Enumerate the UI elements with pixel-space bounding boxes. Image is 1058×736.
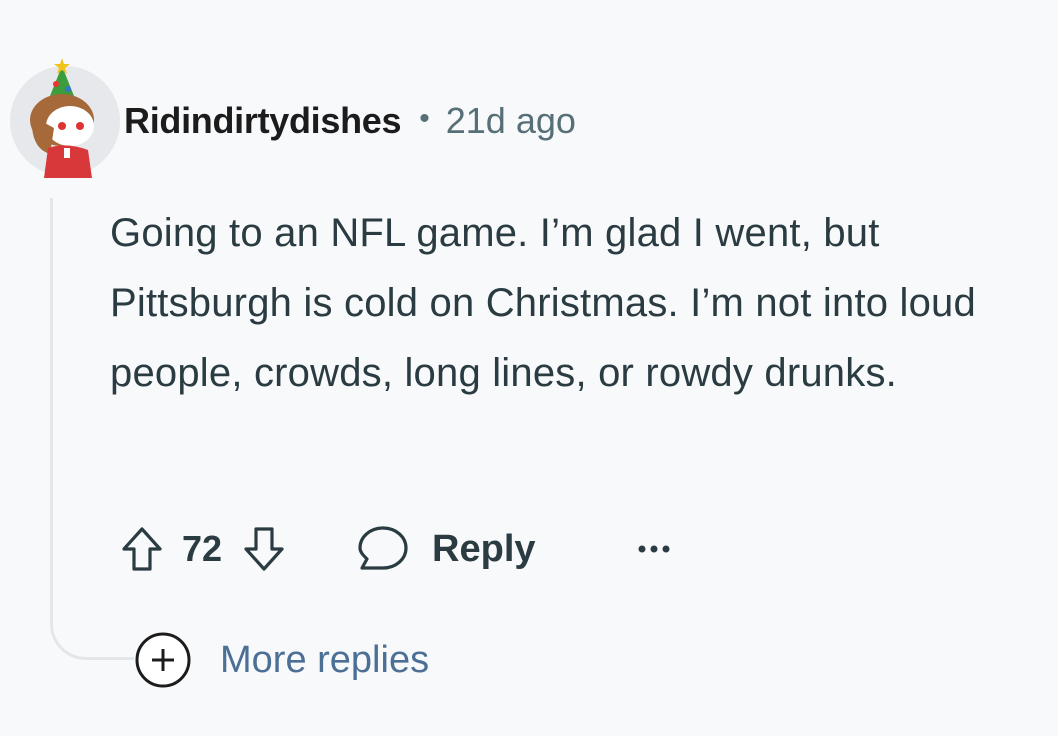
downvote-button[interactable] (242, 525, 286, 573)
more-replies-button[interactable]: More replies (134, 632, 429, 688)
speech-bubble-icon (358, 526, 408, 570)
comment-actions: 72 Reply (120, 516, 672, 582)
upvote-icon (122, 527, 162, 571)
comment-body: Going to an NFL game. I’m glad I went, b… (110, 211, 976, 395)
ellipsis-icon (638, 545, 670, 553)
timestamp[interactable]: 21d ago (446, 100, 576, 142)
vote-score: 72 (182, 528, 223, 569)
avatar[interactable] (10, 58, 120, 178)
comment-header: Ridindirtydishes • 21d ago (124, 96, 576, 146)
username[interactable]: Ridindirtydishes (124, 100, 402, 142)
plus-circle-icon (135, 632, 191, 688)
upvote-button[interactable] (120, 525, 164, 573)
downvote-icon (244, 527, 284, 571)
overflow-menu-button[interactable] (636, 543, 672, 555)
avatar-illustration (30, 58, 94, 178)
more-replies-label: More replies (220, 638, 430, 681)
reply-button[interactable]: Reply (356, 524, 536, 574)
reply-label: Reply (432, 527, 536, 570)
meta-separator: • (419, 102, 430, 135)
comment: Ridindirtydishes • 21d ago Going to an N… (0, 0, 1058, 736)
